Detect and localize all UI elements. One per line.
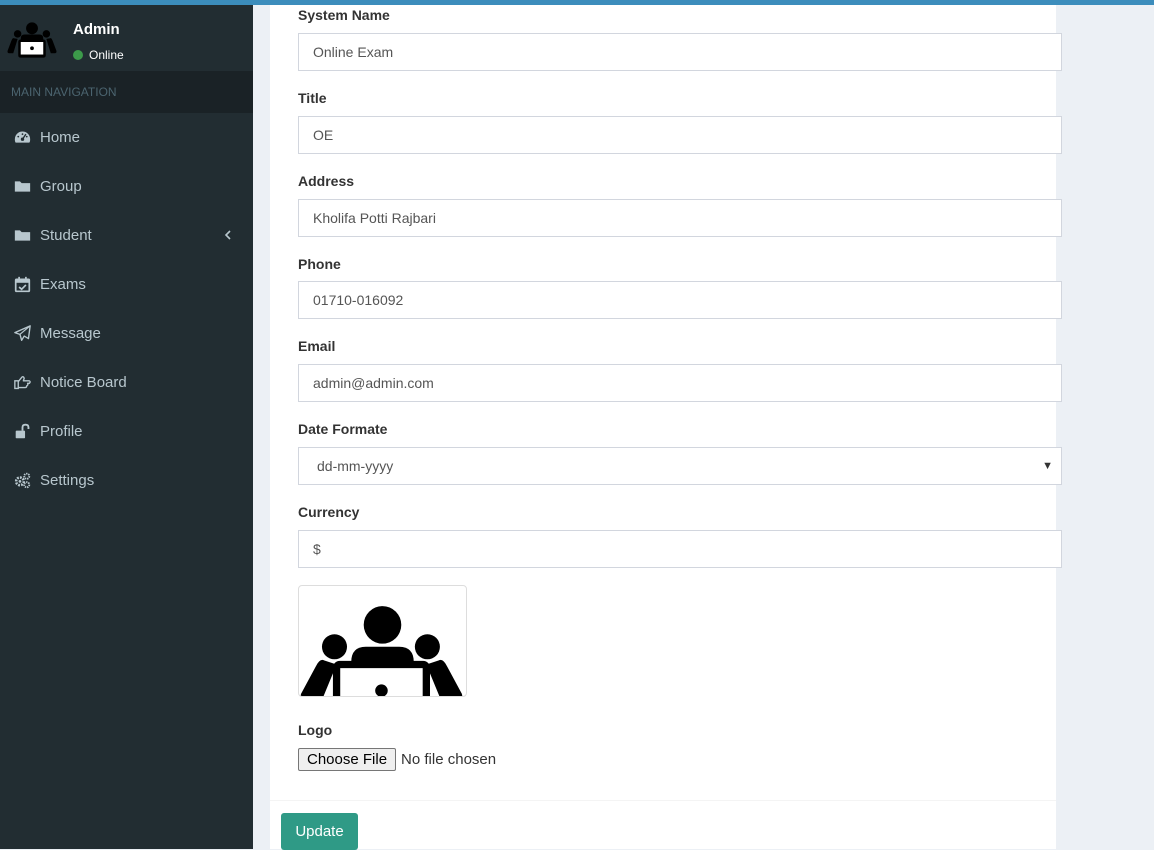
unlock-icon	[13, 423, 31, 441]
phone-label: Phone	[298, 256, 341, 272]
chevron-left-icon[interactable]	[223, 227, 233, 243]
sidebar-item-label: Exams	[40, 276, 86, 293]
choose-file-button[interactable]: Choose File	[298, 748, 397, 771]
system-name-input[interactable]	[298, 33, 1062, 71]
folder-icon	[13, 227, 31, 245]
form-footer: Update	[270, 800, 1056, 850]
dropdown-arrow-icon: ▼	[1042, 460, 1053, 472]
sidebar-item-label: Student	[40, 227, 92, 244]
sidebar-item-label: Group	[40, 178, 82, 195]
file-status: No file chosen	[401, 751, 497, 768]
user-name: Admin	[73, 21, 120, 38]
user-panel: Admin Online	[0, 5, 253, 71]
user-status: Online	[73, 48, 124, 62]
nav-list: Home Group Student Exams Message Notice …	[0, 113, 253, 505]
sidebar-item-label: Notice Board	[40, 374, 127, 391]
sidebar: Admin Online MAIN NAVIGATION Home Group …	[0, 5, 253, 849]
address-input[interactable]	[298, 199, 1062, 237]
phone-input[interactable]	[298, 281, 1062, 319]
dashboard-icon	[13, 129, 31, 147]
system-name-label: System Name	[298, 7, 390, 23]
sidebar-item-notice-board[interactable]: Notice Board	[0, 358, 253, 407]
address-label: Address	[298, 173, 355, 189]
logo-file-input: Choose File No file chosen	[298, 748, 496, 771]
hand-point-icon	[13, 374, 31, 392]
sidebar-item-label: Settings	[40, 472, 95, 489]
logo-preview	[298, 585, 467, 697]
sidebar-item-label: Profile	[40, 423, 83, 440]
currency-input[interactable]	[298, 530, 1062, 568]
folder-icon	[13, 178, 31, 196]
sidebar-item-group[interactable]: Group	[0, 162, 253, 211]
logo-label: Logo	[298, 722, 333, 738]
logo-image	[300, 606, 463, 696]
update-button[interactable]: Update	[281, 813, 358, 850]
sidebar-item-label: Message	[40, 325, 101, 342]
date-format-value: dd-mm-yyyy	[317, 458, 394, 474]
status-dot-icon	[73, 50, 83, 60]
sidebar-item-settings[interactable]: Settings	[0, 456, 253, 505]
paper-plane-icon	[13, 325, 31, 343]
calendar-check-icon	[13, 276, 31, 294]
sidebar-item-home[interactable]: Home	[0, 113, 253, 162]
currency-label: Currency	[298, 504, 360, 520]
sidebar-item-profile[interactable]: Profile	[0, 407, 253, 456]
sidebar-item-exams[interactable]: Exams	[0, 260, 253, 309]
settings-form: System Name Title Address Phone Email Da…	[270, 5, 1062, 850]
nav-header: MAIN NAVIGATION	[0, 71, 253, 113]
user-status-label: Online	[89, 48, 124, 62]
sidebar-item-student[interactable]: Student	[0, 211, 253, 260]
title-input[interactable]	[298, 116, 1062, 154]
avatar	[7, 22, 57, 58]
sidebar-item-message[interactable]: Message	[0, 309, 253, 358]
email-input[interactable]	[298, 364, 1062, 402]
title-label: Title	[298, 90, 327, 106]
gears-icon	[13, 472, 31, 490]
date-format-label: Date Formate	[298, 421, 388, 437]
date-format-select[interactable]: dd-mm-yyyy ▼	[298, 447, 1062, 485]
content-area: System Name Title Address Phone Email Da…	[253, 5, 1154, 850]
email-label: Email	[298, 338, 336, 354]
sidebar-item-label: Home	[40, 129, 81, 146]
